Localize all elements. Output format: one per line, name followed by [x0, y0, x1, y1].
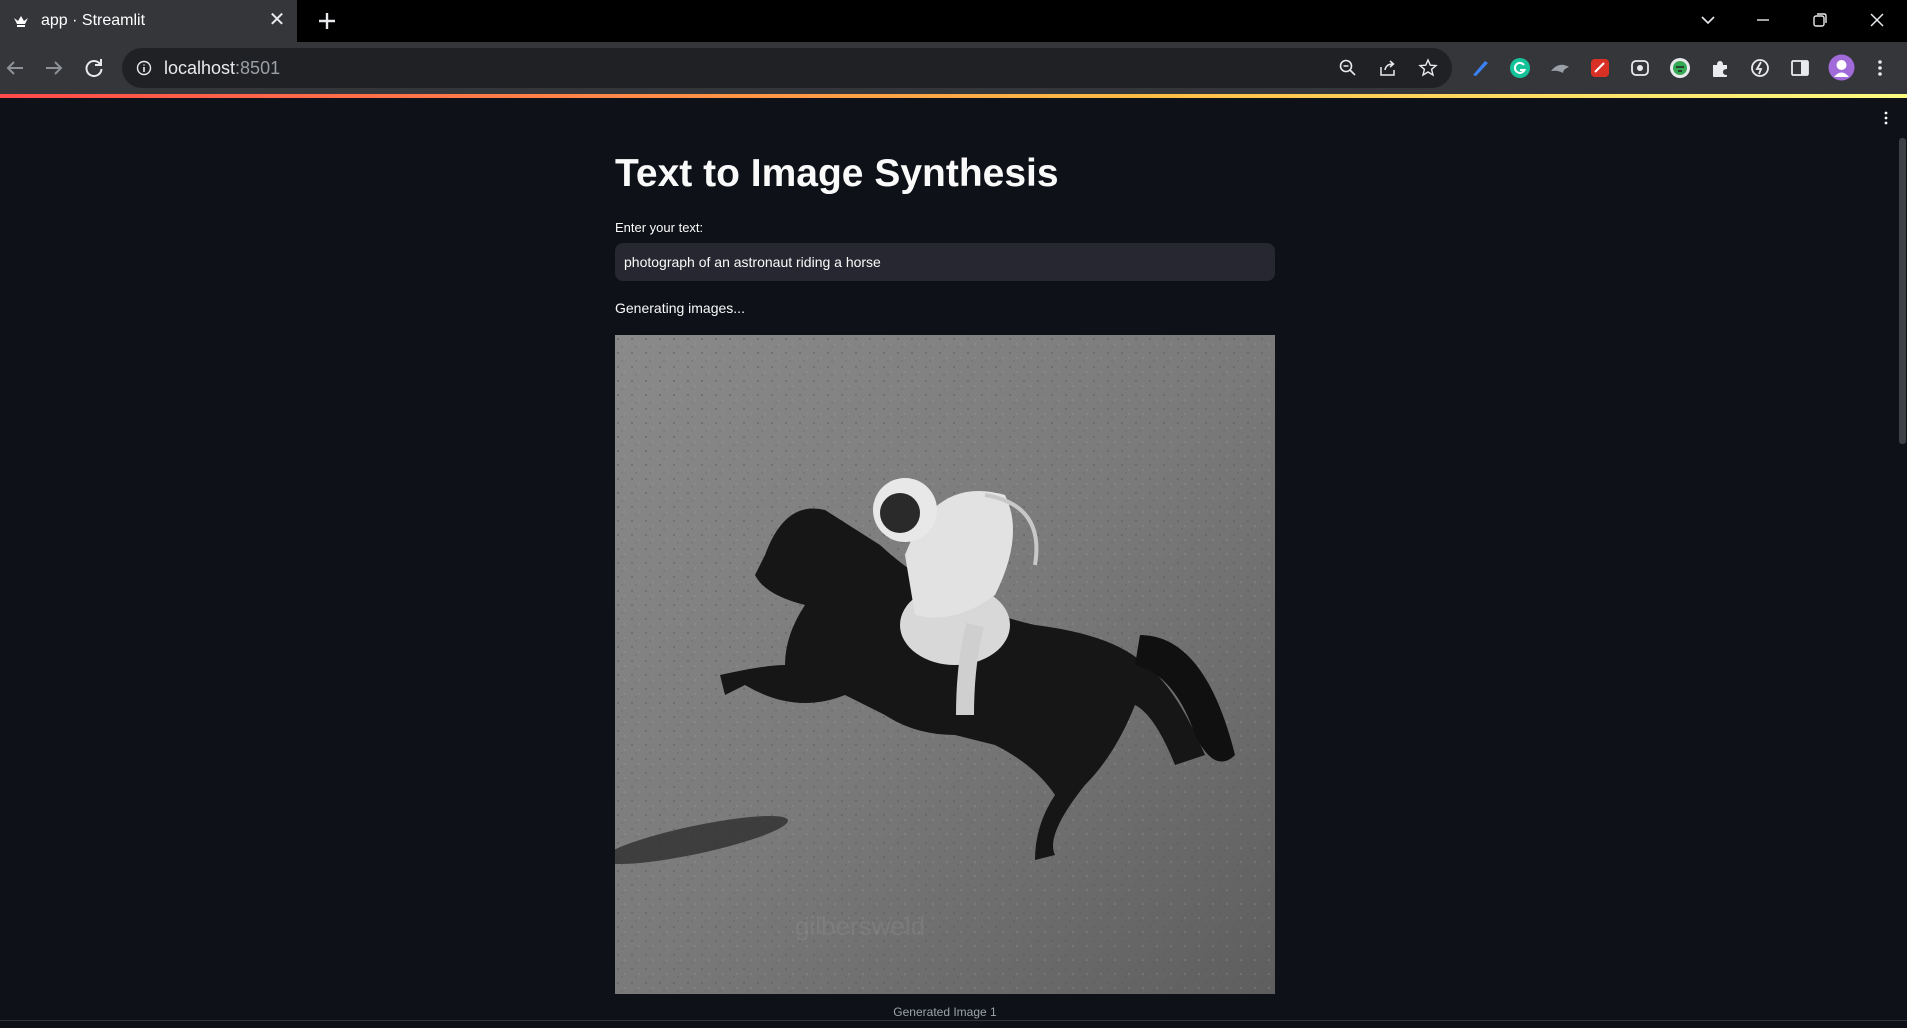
- footer-divider: [0, 1020, 1907, 1021]
- tab-search-icon[interactable]: [1693, 7, 1723, 33]
- profile-avatar[interactable]: [1828, 54, 1855, 81]
- minimize-icon[interactable]: [1748, 7, 1778, 33]
- streamlit-crown-icon: [14, 16, 28, 27]
- pen-extension-icon[interactable]: [1469, 57, 1491, 79]
- puzzle-extensions-icon[interactable]: [1709, 57, 1731, 79]
- tab-title: app · Streamlit: [41, 12, 146, 29]
- status-text: Generating images...: [615, 300, 745, 316]
- browser-toolbar: localhost:8501: [0, 42, 1907, 94]
- share-icon[interactable]: [1378, 58, 1398, 78]
- forward-icon[interactable]: [40, 54, 68, 82]
- address-text[interactable]: localhost:8501: [164, 58, 280, 79]
- back-icon[interactable]: [1, 54, 29, 82]
- red-extension-icon[interactable]: [1589, 57, 1611, 79]
- image-caption: Generated Image 1: [893, 1005, 997, 1019]
- close-window-icon[interactable]: [1862, 7, 1892, 33]
- grammarly-icon[interactable]: [1509, 57, 1531, 79]
- browser-tab-strip: app · Streamlit ✕: [0, 0, 1907, 42]
- browser-tab[interactable]: app · Streamlit ✕: [0, 0, 297, 42]
- page-title: Text to Image Synthesis: [615, 152, 1059, 195]
- prompt-input[interactable]: [615, 243, 1275, 281]
- camera-extension-icon[interactable]: [1629, 57, 1651, 79]
- reload-icon[interactable]: [80, 54, 108, 82]
- bookmark-star-icon[interactable]: [1418, 58, 1438, 78]
- address-bar[interactable]: localhost:8501: [122, 48, 1452, 88]
- shark-extension-icon[interactable]: [1549, 57, 1571, 79]
- streamlit-app: Text to Image Synthesis Enter your text:…: [0, 98, 1907, 1028]
- browser-menu-icon[interactable]: [1870, 58, 1890, 78]
- tab-close-icon[interactable]: ✕: [268, 10, 286, 30]
- restore-icon[interactable]: [1805, 7, 1835, 33]
- text-input-label: Enter your text:: [615, 220, 704, 235]
- speed-extension-icon[interactable]: [1749, 57, 1771, 79]
- zoom-icon[interactable]: [1338, 58, 1358, 78]
- app-menu-icon[interactable]: [1878, 110, 1894, 126]
- new-tab-icon[interactable]: [314, 8, 340, 34]
- side-panel-icon[interactable]: [1789, 57, 1811, 79]
- scrollbar[interactable]: [1899, 138, 1906, 444]
- translate-extension-icon[interactable]: [1669, 57, 1691, 79]
- generated-image: gilbersweld: [615, 335, 1275, 994]
- svg-text:gilbersweld: gilbersweld: [795, 911, 925, 941]
- site-info-icon[interactable]: [136, 60, 152, 76]
